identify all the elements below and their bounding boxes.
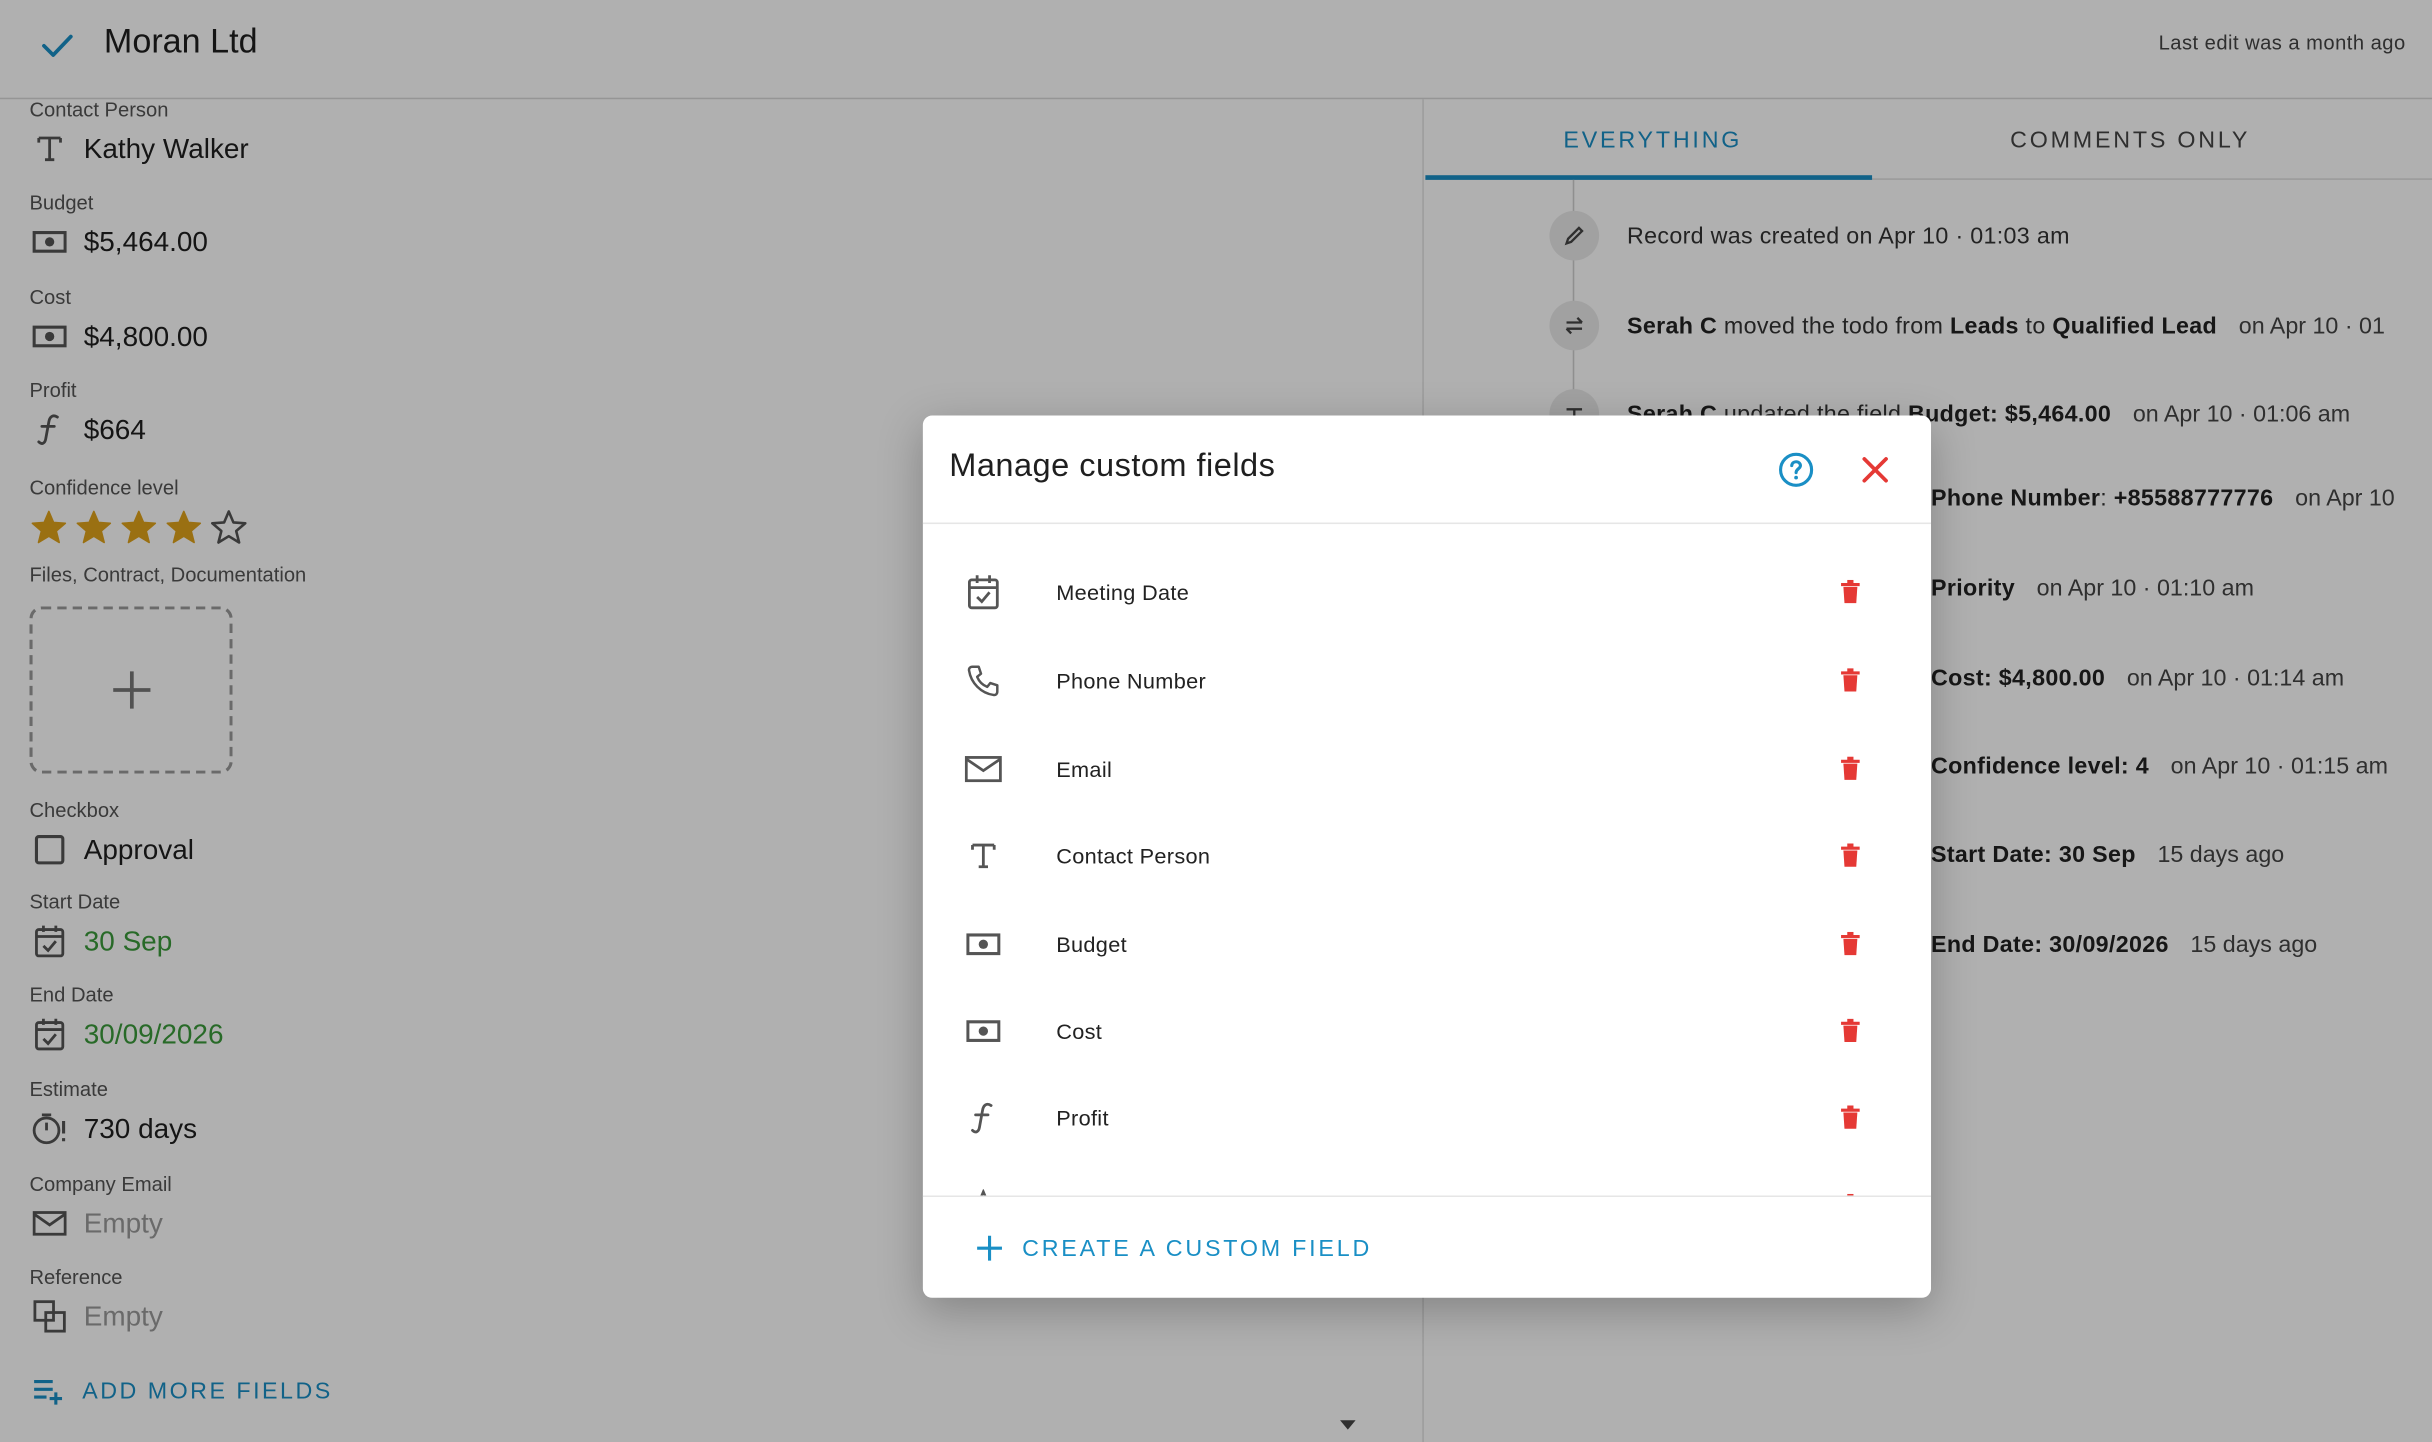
custom-field-name: Profit — [1056, 1105, 1109, 1131]
list-item[interactable]: Cost — [923, 1000, 1931, 1062]
custom-field-name: Phone Number — [1056, 668, 1207, 694]
dialog-footer: CREATE A CUSTOM FIELD — [922, 1195, 1932, 1297]
list-item-partial[interactable] — [923, 1175, 1931, 1196]
create-custom-field-button[interactable]: CREATE A CUSTOM FIELD — [976, 1234, 1372, 1262]
trash-icon[interactable] — [1840, 1018, 1862, 1044]
list-item[interactable]: Phone Number — [923, 650, 1931, 712]
calendar-check-icon — [963, 572, 1003, 612]
star-icon — [963, 1186, 1003, 1196]
custom-field-name: Budget — [1056, 931, 1127, 957]
custom-field-name: Cost — [1056, 1018, 1103, 1044]
dialog-header: Manage custom fields — [922, 416, 1932, 525]
text-icon — [963, 836, 1003, 876]
list-item[interactable]: Email — [923, 738, 1931, 800]
list-item[interactable]: Profit — [923, 1087, 1931, 1149]
create-custom-field-label: CREATE A CUSTOM FIELD — [1022, 1235, 1373, 1262]
trash-icon[interactable] — [1840, 756, 1862, 782]
trash-icon[interactable] — [1840, 668, 1862, 693]
money-icon — [963, 924, 1003, 964]
list-item[interactable]: Contact Person — [923, 825, 1931, 887]
trash-icon[interactable] — [1840, 843, 1862, 868]
list-item[interactable]: Meeting Date — [923, 561, 1931, 623]
plus-icon — [977, 1235, 1002, 1261]
dialog-title: Manage custom fields — [949, 448, 1276, 484]
list-item[interactable]: Budget — [923, 913, 1931, 975]
formula-icon — [963, 1098, 1003, 1138]
custom-fields-list[interactable]: Meeting Date Phone Number Email Contact … — [923, 549, 1931, 1196]
trash-icon[interactable] — [1840, 931, 1862, 957]
trash-icon[interactable] — [1840, 1105, 1862, 1131]
close-icon[interactable] — [1858, 453, 1892, 487]
manage-custom-fields-dialog: Manage custom fields Meeting Date Phone … — [922, 415, 1932, 1298]
custom-field-name: Meeting Date — [1056, 579, 1190, 605]
custom-field-name: Email — [1056, 756, 1113, 782]
trash-icon[interactable] — [1840, 579, 1862, 605]
custom-field-name: Contact Person — [1056, 843, 1211, 869]
help-icon[interactable] — [1777, 451, 1814, 488]
phone-icon — [963, 661, 1003, 701]
money-icon — [963, 1011, 1003, 1051]
envelope-icon — [963, 749, 1003, 789]
